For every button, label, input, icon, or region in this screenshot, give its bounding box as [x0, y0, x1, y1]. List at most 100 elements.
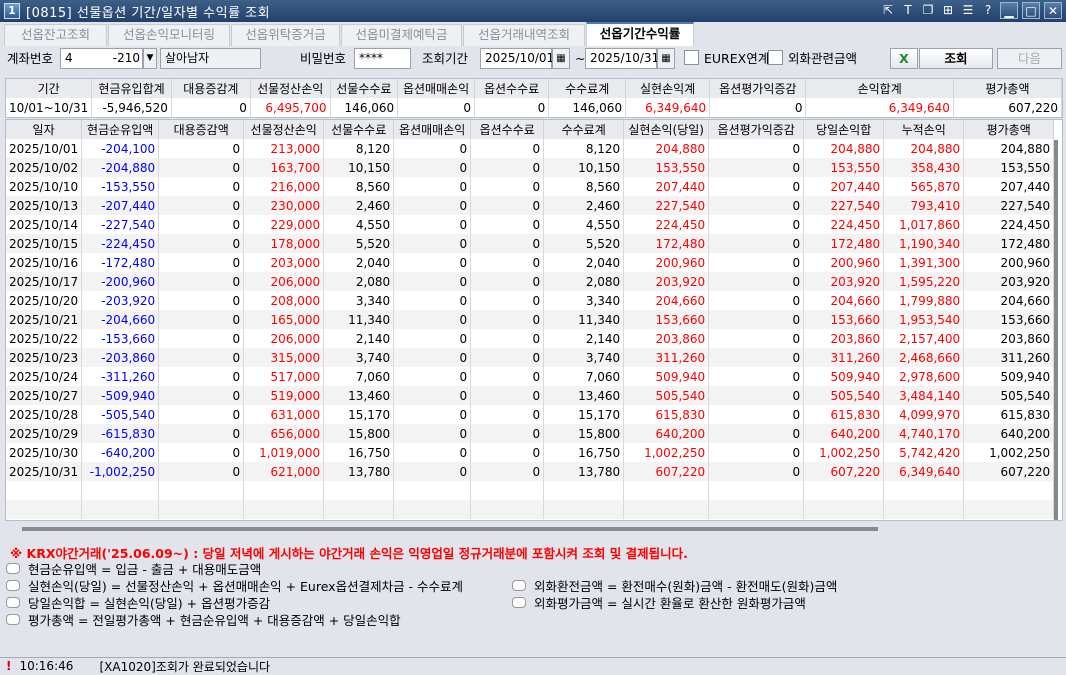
maximize-button[interactable]: □	[1022, 2, 1040, 19]
column-header[interactable]: 옵션평가익증감	[708, 120, 805, 139]
column-header[interactable]: 누적손익	[883, 120, 965, 139]
column-header[interactable]: 수수료계	[543, 120, 625, 139]
excel-export-icon[interactable]: X	[890, 48, 918, 69]
calendar-icon[interactable]: ▦	[552, 48, 570, 69]
query-button[interactable]: 조회	[919, 48, 993, 69]
tab-balance[interactable]: 선옵잔고조회	[4, 24, 107, 46]
tab-pnl-monitor[interactable]: 선옵손익모니터링	[108, 24, 230, 46]
column-header[interactable]: 대용증감계	[171, 79, 251, 98]
table-row[interactable]: 2025/10/01 -204,100 0 213,000 8,120 0 0 8,120 20…	[6, 139, 1055, 158]
column-header[interactable]: 현금순유입액	[81, 120, 160, 139]
table-row[interactable]: 2025/10/31 -1,002,250 0 621,000 13,780 0 0 13,7…	[6, 462, 1055, 481]
table-cell: 0	[393, 386, 472, 405]
account-prefix: 4	[65, 51, 73, 65]
table-row[interactable]: 2025/10/22 -153,660 0 206,000 2,140 0 0 2,140 20…	[6, 329, 1055, 348]
table-cell: 0	[393, 424, 472, 443]
column-header[interactable]: 선물수수료	[323, 120, 395, 139]
table-row[interactable]: 2025/10/28 -505,540 0 631,000 15,170 0 0 15,170…	[6, 405, 1055, 424]
status-time: 10:16:46	[19, 659, 74, 673]
date-from-input[interactable]: 2025/10/01	[480, 48, 554, 69]
table-row[interactable]: 2025/10/17 -200,960 0 206,000 2,080 0 0 2,080 20…	[6, 272, 1055, 291]
account-dropdown-icon[interactable]: ▼	[143, 48, 157, 69]
column-header[interactable]: 옵션평가익증감	[709, 79, 807, 98]
tab-trade-history[interactable]: 선옵거래내역조회	[463, 24, 585, 46]
table-cell: 204,660	[803, 291, 885, 310]
column-header[interactable]: 옵션매매손익	[393, 120, 472, 139]
text-icon[interactable]: T	[900, 2, 916, 19]
help-icon[interactable]: ?	[980, 2, 996, 19]
table-cell: 15,170	[323, 405, 395, 424]
table-row[interactable]: 2025/10/21 -204,660 0 165,000 11,340 0 0 11,340…	[6, 310, 1055, 329]
table-row[interactable]: 2025/10/20 -203,920 0 208,000 3,340 0 0 3,340 20…	[6, 291, 1055, 310]
fx-checkbox[interactable]	[768, 50, 783, 65]
close-button[interactable]: ✕	[1044, 2, 1062, 19]
column-header[interactable]: 선물정산손익	[250, 79, 331, 98]
table-cell: 621,000	[243, 462, 325, 481]
password-input[interactable]: ****	[354, 48, 411, 69]
add-window-icon[interactable]: ⊞	[940, 2, 956, 19]
table-row[interactable]: 2025/10/02 -204,880 0 163,700 10,150 0 0 10,150…	[6, 158, 1055, 177]
daily-grid: 일자 현금순유입액 대용증감액 선물정산손익 선물수수료 옵션매매손익 옵션수수료 수수료계 실…	[5, 119, 1063, 521]
table-row[interactable]: 2025/10/27 -509,940 0 519,000 13,460 0 0 13,460…	[6, 386, 1055, 405]
empty-cell	[623, 500, 710, 519]
table-row[interactable]: 2025/10/29 -615,830 0 656,000 15,800 0 0 15,800…	[6, 424, 1055, 443]
table-cell: 793,410	[883, 196, 965, 215]
table-cell: 0	[708, 234, 805, 253]
column-header[interactable]: 당일손익합	[803, 120, 885, 139]
column-header[interactable]: 손익합계	[805, 79, 954, 98]
column-header[interactable]: 실현손익(당일)	[623, 120, 710, 139]
horizontal-scrollbar[interactable]	[22, 527, 878, 531]
vertical-scrollbar[interactable]	[1054, 140, 1058, 520]
column-header[interactable]: 대용증감액	[158, 120, 245, 139]
column-header[interactable]: 선물정산손익	[243, 120, 325, 139]
tab-open-deposit[interactable]: 선옵미결제예탁금	[341, 24, 462, 46]
table-cell: 0	[158, 310, 245, 329]
table-cell: 0	[708, 253, 805, 272]
column-header[interactable]: 현금유입합계	[91, 79, 172, 98]
tab-margin[interactable]: 선옵위탁증거금	[231, 24, 340, 46]
calendar-icon[interactable]: ▦	[657, 48, 675, 69]
column-header[interactable]: 옵션매매손익	[397, 79, 475, 98]
summary-cell: 607,220	[953, 98, 1063, 117]
column-header[interactable]: 옵션수수료	[470, 120, 545, 139]
column-header[interactable]: 기간	[6, 79, 93, 98]
table-cell: 0	[708, 348, 805, 367]
column-header[interactable]: 선물수수료	[330, 79, 399, 98]
table-row[interactable]: 2025/10/24 -311,260 0 517,000 7,060 0 0 7,060 50…	[6, 367, 1055, 386]
column-header[interactable]: 실현손익계	[625, 79, 711, 98]
column-header[interactable]: 옵션수수료	[474, 79, 550, 98]
column-header[interactable]: 수수료계	[548, 79, 627, 98]
table-row[interactable]: 2025/10/15 -224,450 0 178,000 5,520 0 0 5,520 17…	[6, 234, 1055, 253]
table-cell: 0	[158, 462, 245, 481]
formula-note: 평가총액 = 전일평가총액 + 현금순유입액 + 대용증감액 + 당일손익합	[6, 610, 401, 629]
account-number-input[interactable]: 4 -210	[60, 48, 143, 69]
next-button[interactable]: 다음	[997, 48, 1062, 69]
table-cell: 8,120	[323, 139, 395, 158]
column-header[interactable]: 평가총액	[963, 120, 1055, 139]
table-row[interactable]: 2025/10/14 -227,540 0 229,000 4,550 0 0 4,550 22…	[6, 215, 1055, 234]
table-cell: -227,540	[81, 215, 160, 234]
tab-period-return[interactable]: 선옵기간수익률	[586, 22, 694, 46]
table-cell: 2,080	[323, 272, 395, 291]
table-cell: 7,060	[543, 367, 625, 386]
column-header[interactable]: 일자	[6, 120, 83, 139]
table-row[interactable]: 2025/10/10 -153,550 0 216,000 8,560 0 0 8,560 20…	[6, 177, 1055, 196]
comment-icon	[512, 597, 526, 608]
minimize-button[interactable]: ▁	[1000, 2, 1018, 19]
table-row[interactable]: 2025/10/13 -207,440 0 230,000 2,460 0 0 2,460 22…	[6, 196, 1055, 215]
summary-cell: 10/01~10/31	[6, 98, 93, 117]
list-icon[interactable]: ☰	[960, 2, 976, 19]
table-cell: 230,000	[243, 196, 325, 215]
table-row[interactable]: 2025/10/23 -203,860 0 315,000 3,740 0 0 3,740 31…	[6, 348, 1055, 367]
column-header[interactable]: 평가총액	[953, 79, 1063, 98]
date-to-input[interactable]: 2025/10/31	[585, 48, 659, 69]
eurex-checkbox[interactable]	[684, 50, 699, 65]
empty-cell	[81, 500, 160, 519]
popout-icon[interactable]: ⇱	[880, 2, 896, 19]
copy-icon[interactable]: ❐	[920, 2, 936, 19]
table-row[interactable]: 2025/10/16 -172,480 0 203,000 2,040 0 0 2,040 20…	[6, 253, 1055, 272]
status-bar: ! 10:16:46 [XA1020]조회가 완료되었습니다	[0, 657, 1066, 674]
formula-note: 외화평가금액 = 실시간 환율로 환산한 원화평가금액	[512, 593, 806, 612]
table-row[interactable]: 2025/10/30 -640,200 0 1,019,000 16,750 0 0 16,7…	[6, 443, 1055, 462]
table-cell: 200,960	[623, 253, 710, 272]
